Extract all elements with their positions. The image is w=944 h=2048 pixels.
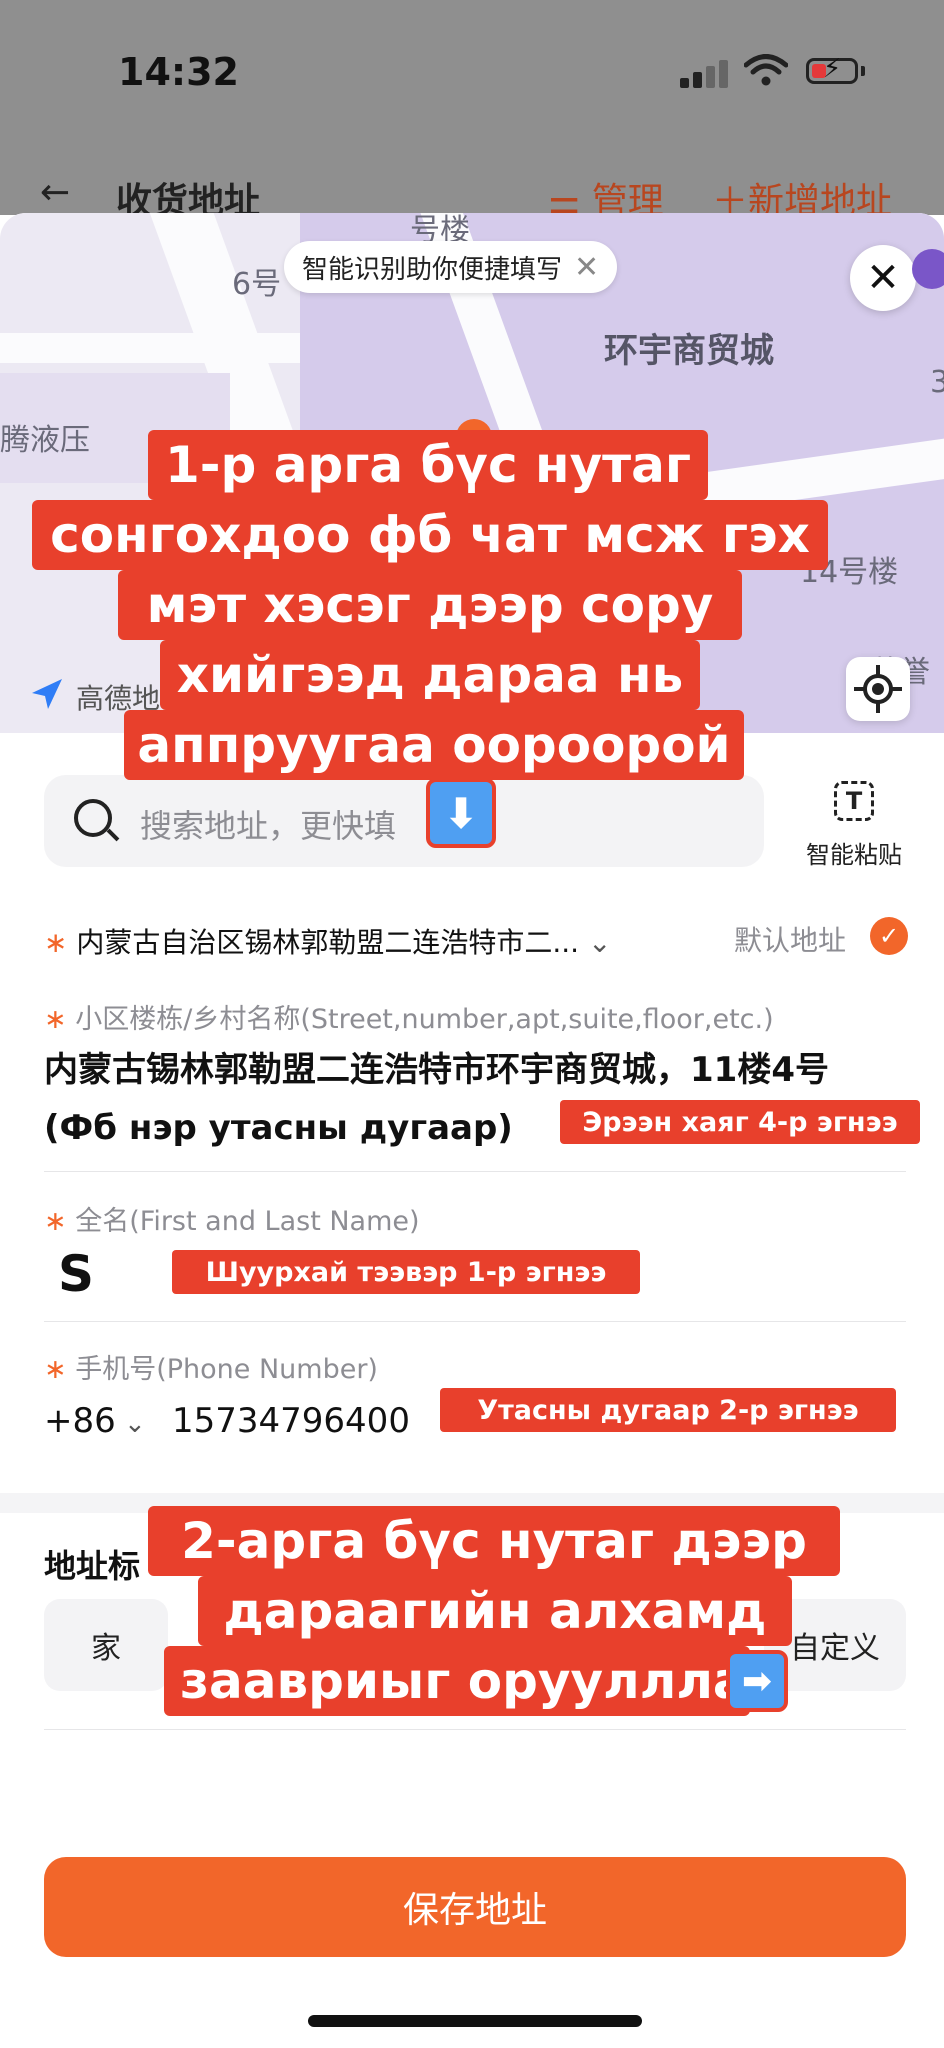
dimmed-background: 14:32 ⚡ ← 收货地址 ⚌ 管理 ＋新增地址	[0, 0, 944, 222]
map-poi-icon	[912, 249, 944, 289]
close-map-button[interactable]: ✕	[850, 245, 916, 311]
region-value: 内蒙古自治区锡林郭勒盟二连浩特市二...	[76, 926, 580, 959]
map-label: 腾液压	[0, 423, 90, 458]
overlay-note1-line: аппруугаа оороорой	[124, 710, 744, 780]
overlay-note2-line: заавриыг оруулллаа	[164, 1646, 780, 1716]
wifi-icon	[744, 54, 788, 86]
status-time: 14:32	[118, 50, 239, 94]
divider	[44, 1729, 906, 1730]
charging-icon: ⚡	[823, 54, 842, 84]
home-indicator	[308, 2015, 642, 2027]
chevron-down-icon: ⌄	[115, 1409, 146, 1439]
chevron-down-icon: ⌄	[588, 926, 612, 959]
overlay-phone-tag: Утасны дугаар 2-р эгнээ	[440, 1388, 896, 1432]
phone-label: ∗ 手机号(Phone Number)	[44, 1354, 378, 1385]
overlay-note1-line: 1-р арга бүс нутаг	[148, 430, 708, 500]
save-address-button[interactable]: 保存地址	[44, 1857, 906, 1957]
status-icons: ⚡	[680, 54, 910, 88]
gaode-logo-icon	[32, 679, 62, 709]
smart-paste-icon[interactable]: T	[834, 781, 874, 821]
locate-button[interactable]	[846, 657, 910, 721]
default-checkbox[interactable]: ✓	[870, 917, 908, 955]
search-icon	[74, 799, 112, 837]
close-icon: ✕	[866, 255, 900, 301]
search-placeholder: 搜索地址，更快填	[140, 807, 397, 845]
map-label: 3	[930, 365, 944, 400]
tag-home[interactable]: 家	[44, 1599, 168, 1691]
name-field[interactable]: S	[58, 1245, 94, 1303]
address-label: ∗ 小区楼栋/乡村名称(Street,number,apt,suite,floo…	[44, 1004, 774, 1035]
arrow-right-icon: ➡	[726, 1650, 788, 1712]
overlay-note2-line: 2-арга бүс нутаг дээр	[148, 1506, 840, 1576]
smart-hint-text: 智能识别助你便捷填写	[302, 254, 563, 285]
default-address-label: 默认地址	[734, 924, 847, 957]
overlay-note2-line: дараагийн алхамд	[198, 1576, 792, 1646]
map-label: 环宇商贸城	[604, 331, 774, 371]
name-label: ∗ 全名(First and Last Name)	[44, 1206, 420, 1237]
smart-hint-pill[interactable]: 智能识别助你便捷填写 ✕	[284, 241, 618, 293]
divider	[44, 1321, 906, 1322]
smart-paste-label[interactable]: 智能粘贴	[806, 835, 902, 870]
divider	[44, 1171, 906, 1172]
map-label: 6号	[232, 267, 282, 302]
overlay-note1-line: сонгохдоо фб чат мсж гэх	[32, 500, 828, 570]
overlay-name-tag: Шуурхай тээвэр 1-р эгнээ	[172, 1250, 640, 1294]
country-code-selector[interactable]: +86 ⌄	[44, 1401, 146, 1441]
arrow-down-icon: ⬇	[426, 778, 496, 848]
overlay-address-tag: Эрээн хаяг 4-р эгнээ	[560, 1100, 920, 1144]
search-input[interactable]: 搜索地址，更快填	[44, 775, 764, 867]
overlay-note1-line: мэт хэсэг дээр сору	[118, 570, 742, 640]
address-tag-title: 地址标	[44, 1547, 141, 1585]
overlay-note1-line: хийгээд дараа нь	[160, 640, 700, 710]
close-icon[interactable]: ✕	[574, 250, 599, 285]
phone-field[interactable]: 15734796400	[172, 1401, 410, 1441]
region-selector[interactable]: ∗ 内蒙古自治区锡林郭勒盟二连浩特市二... ⌄	[44, 921, 611, 961]
